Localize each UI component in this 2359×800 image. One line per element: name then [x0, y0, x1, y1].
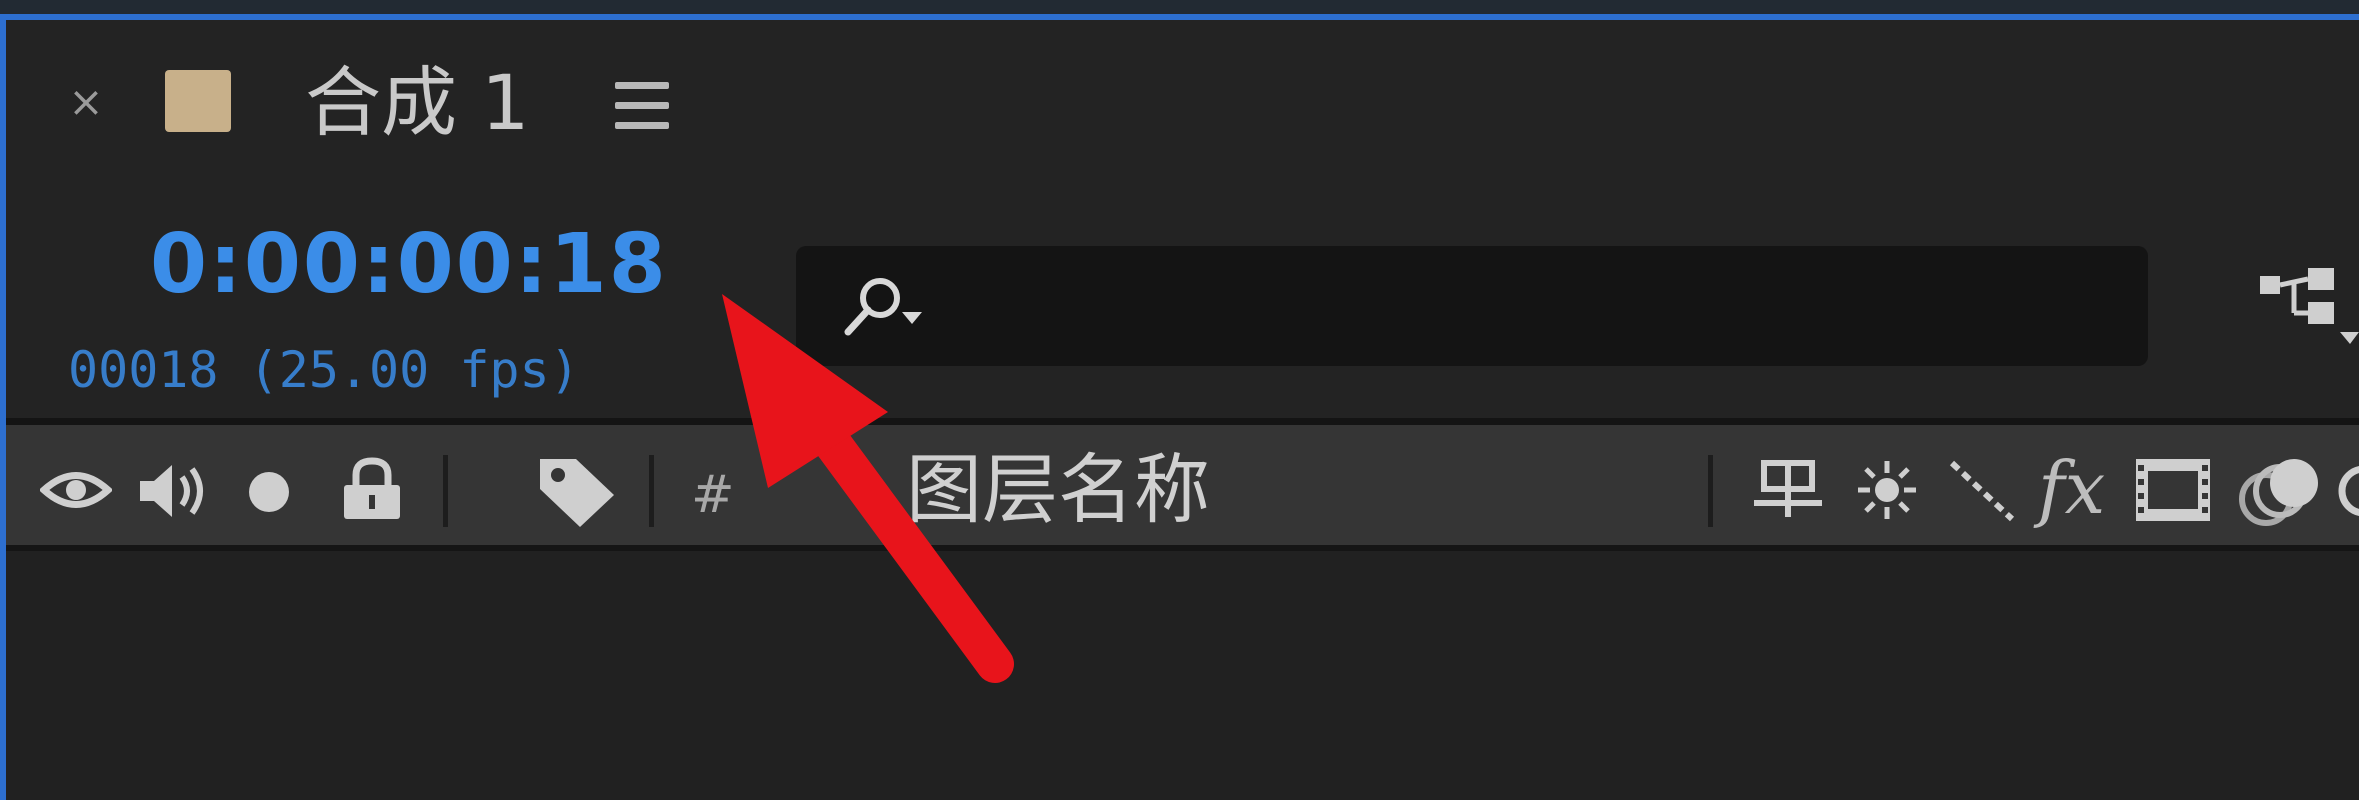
quality-icon[interactable] — [1946, 457, 2018, 525]
layer-search-input[interactable] — [796, 246, 2148, 366]
shy-icon[interactable] — [1750, 457, 1826, 521]
column-separator — [1708, 455, 1713, 527]
layer-number-header[interactable]: # — [691, 465, 735, 525]
solo-dot-icon[interactable] — [246, 469, 292, 515]
eye-icon[interactable] — [40, 467, 112, 513]
panel-divider — [6, 418, 2359, 425]
column-separator — [443, 455, 448, 527]
frame-count-fps: 00018 (25.00 fps) — [68, 341, 580, 399]
close-tab-button[interactable]: × — [66, 81, 106, 123]
layer-column-header: # 图层名称 fx — [6, 425, 2359, 545]
layer-name-header[interactable]: 图层名称 — [906, 445, 1210, 535]
label-tag-icon[interactable] — [534, 453, 618, 529]
fx-icon[interactable]: fx — [2038, 443, 2105, 533]
composition-tab-title[interactable]: 合成 1 — [305, 58, 530, 148]
composition-flowchart-icon[interactable] — [2250, 262, 2359, 362]
current-time-display[interactable]: 0:00:00:18 — [150, 222, 668, 308]
layer-list[interactable] — [6, 551, 2359, 800]
collapse-transform-icon[interactable] — [1856, 459, 1918, 521]
window-top-bar — [0, 0, 2359, 14]
composition-color-swatch — [165, 70, 231, 132]
adjustment-layer-icon[interactable] — [2332, 459, 2359, 523]
frame-blending-icon[interactable] — [2132, 455, 2214, 525]
column-separator — [649, 455, 654, 527]
lock-icon[interactable] — [338, 455, 406, 521]
hamburger-menu-icon[interactable] — [615, 82, 669, 130]
search-icon[interactable] — [836, 272, 926, 342]
motion-blur-icon[interactable] — [2236, 455, 2326, 527]
speaker-icon[interactable] — [134, 461, 214, 521]
